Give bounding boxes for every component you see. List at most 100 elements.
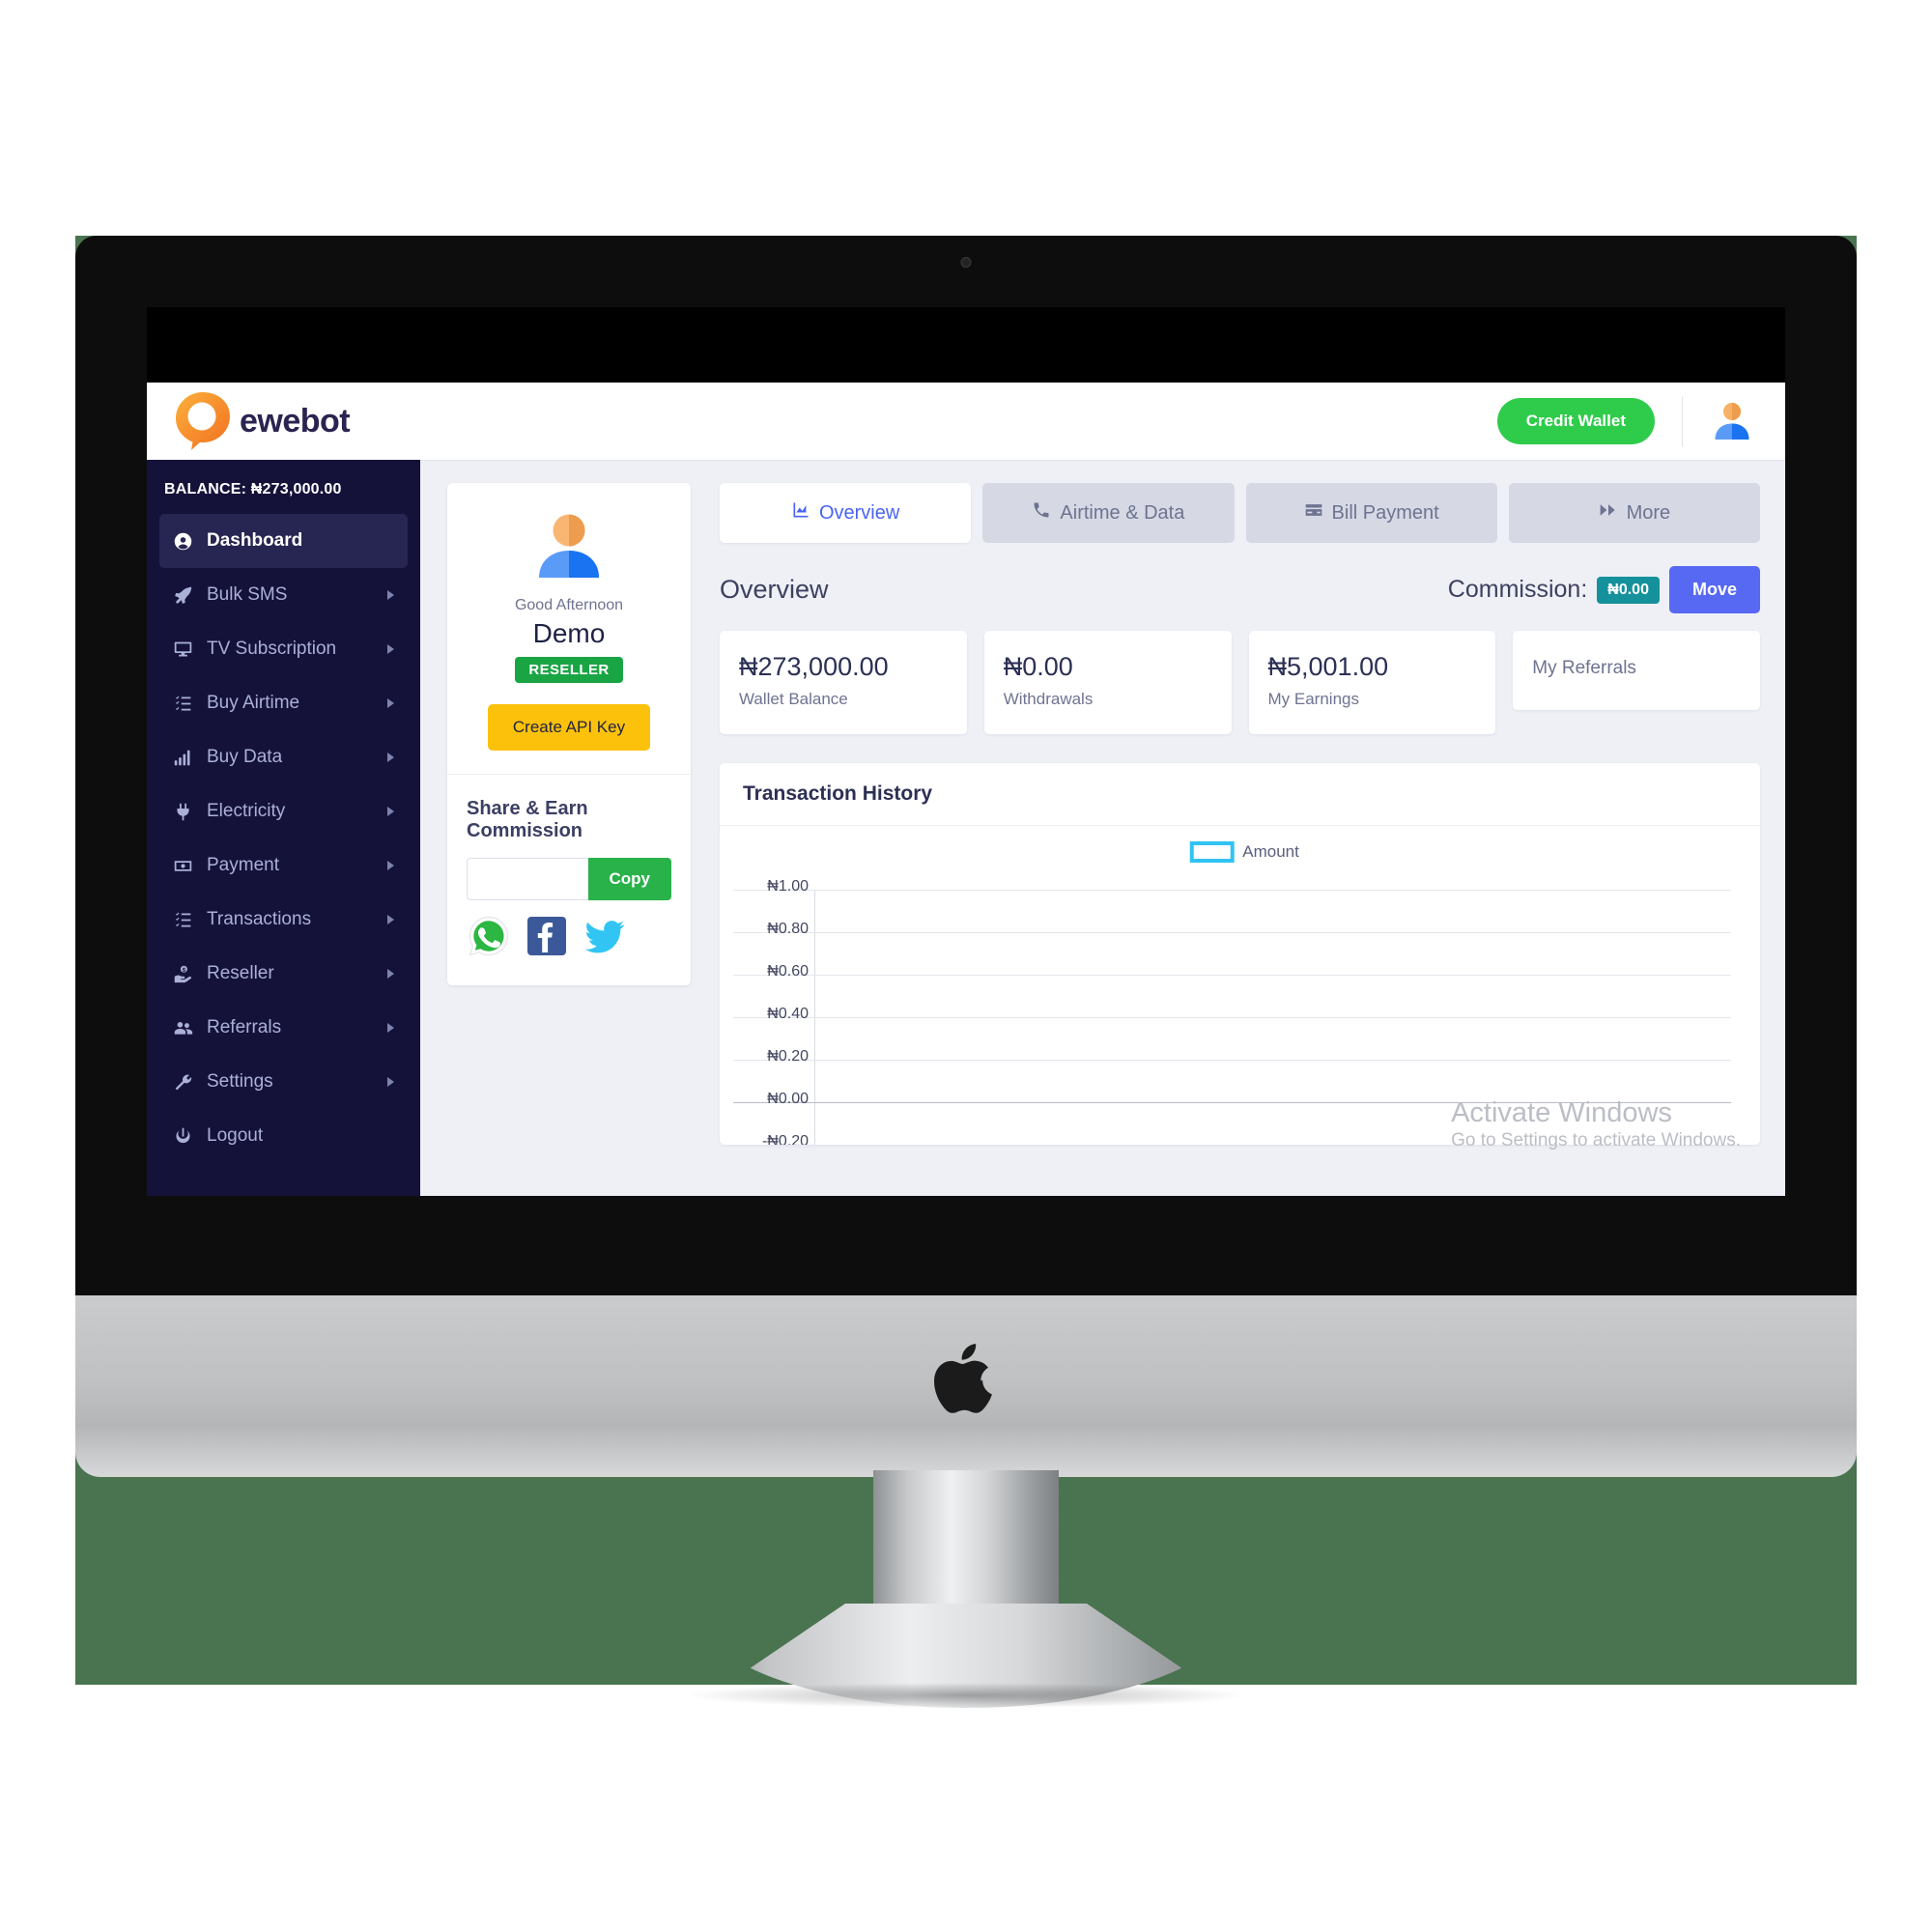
sidebar-balance: BALANCE: ₦273,000.00	[164, 481, 342, 497]
username-text: Demo	[532, 618, 606, 648]
legend-label: Amount	[1242, 842, 1299, 861]
role-badge: RESELLER	[515, 657, 623, 683]
sidebar-item-reseller[interactable]: Reseller	[159, 947, 408, 1001]
copy-button[interactable]: Copy	[587, 858, 671, 900]
chart-ytick: ₦0.40	[733, 1006, 1731, 1022]
chevron-right-icon	[387, 915, 394, 924]
sidebar-item-label: Bulk SMS	[207, 584, 288, 605]
tab-airtime-data[interactable]: Airtime & Data	[982, 483, 1235, 543]
stat-value: ₦5,001.00	[1267, 652, 1389, 681]
chart-plot-area: ₦1.00 ₦0.80 ₦0.60 ₦0.40 ₦0.20 ₦0.00 -₦0.…	[733, 878, 1731, 1145]
user-avatar-icon[interactable]	[1710, 399, 1754, 443]
stat-value: ₦273,000.00	[739, 652, 889, 681]
users-icon	[171, 1017, 194, 1038]
sidebar-item-label: Logout	[207, 1125, 264, 1146]
sidebar-item-logout[interactable]: Logout	[159, 1109, 408, 1163]
twitter-icon[interactable]	[582, 914, 627, 958]
sidebar-item-payment[interactable]: Payment	[159, 838, 408, 893]
sidebar-item-label: Dashboard	[207, 530, 303, 551]
sidebar-item-referrals[interactable]: Referrals	[159, 1001, 408, 1055]
list-check-icon	[171, 693, 194, 714]
chevron-right-icon	[387, 753, 394, 762]
web-app: ewebot Credit Wallet BALANCE: ₦273,000.0…	[147, 383, 1785, 1196]
app-body: BALANCE: ₦273,000.00 Dashboard Bulk SMS	[147, 460, 1785, 1196]
chart-header: Transaction History	[720, 763, 1760, 826]
stat-label: Withdrawals	[1003, 690, 1094, 708]
sidebar-item-tv-subscription[interactable]: TV Subscription	[159, 622, 408, 676]
referral-link-row: Copy	[467, 858, 671, 900]
sidebar-item-settings[interactable]: Settings	[159, 1055, 408, 1109]
share-earn-title: Share & Earn Commission	[467, 798, 588, 841]
chevron-right-icon	[387, 969, 394, 979]
chevron-right-icon	[387, 861, 394, 870]
forward-icon	[1599, 500, 1618, 526]
commission-label: Commission:	[1447, 576, 1588, 603]
tab-bill-payment[interactable]: Bill Payment	[1245, 483, 1497, 543]
sidebar-item-label: Buy Airtime	[207, 693, 300, 713]
chart-ytick: ₦0.80	[733, 921, 1731, 937]
sidebar-item-label: Buy Data	[207, 747, 283, 767]
main-content: Good Afternoon Demo RESELLER Create API …	[420, 460, 1785, 1196]
chevron-right-icon	[387, 644, 394, 654]
share-earn-section: Share & Earn Commission Copy	[447, 775, 691, 985]
list-check-icon	[171, 909, 194, 930]
move-button[interactable]: Move	[1668, 566, 1760, 613]
power-icon	[171, 1125, 194, 1147]
chevron-right-icon	[387, 590, 394, 600]
legend-swatch	[1189, 841, 1235, 863]
sidebar-item-label: Settings	[207, 1071, 273, 1092]
stat-label: My Earnings	[1267, 690, 1359, 708]
stat-label: Wallet Balance	[739, 690, 848, 708]
sidebar-item-buy-data[interactable]: Buy Data	[159, 730, 408, 784]
overview-header: Overview Commission: ₦0.00 Move	[720, 566, 1760, 613]
user-circle-icon	[171, 530, 194, 552]
chart-ytick-label: ₦0.60	[767, 963, 809, 980]
header-actions: Credit Wallet	[1496, 396, 1754, 446]
chart-legend[interactable]: Amount	[1189, 841, 1299, 863]
money-bill-icon	[171, 855, 194, 876]
chevron-right-icon	[387, 807, 394, 816]
chart-body: Amount ₦1.00 ₦0.80 ₦0.60 ₦0.40 ₦0.20 ₦0.…	[720, 826, 1760, 1145]
chart-ytick-label: ₦0.20	[767, 1048, 809, 1065]
phone-icon	[1032, 500, 1051, 526]
stat-card-my-earnings: ₦5,001.00 My Earnings	[1248, 631, 1496, 734]
profile-card: Good Afternoon Demo RESELLER Create API …	[447, 483, 691, 985]
sidebar-item-buy-airtime[interactable]: Buy Airtime	[159, 676, 408, 730]
tab-more[interactable]: More	[1508, 483, 1760, 543]
screenshot-stage: ewebot Credit Wallet BALANCE: ₦273,000.0…	[0, 0, 1932, 1932]
hand-holding-dollar-icon	[171, 963, 194, 984]
chart-ytick: ₦0.00	[733, 1091, 1731, 1107]
tab-overview[interactable]: Overview	[720, 483, 972, 543]
sidebar-item-electricity[interactable]: Electricity	[159, 784, 408, 838]
browser-chrome-bar	[147, 307, 1785, 383]
chart-ytick-label: -₦0.20	[761, 1133, 809, 1145]
create-api-key-button[interactable]: Create API Key	[487, 704, 651, 751]
wrench-icon	[171, 1071, 194, 1093]
tab-bar: Overview Airtime & Data Bill Payment Mor…	[720, 483, 1760, 543]
referral-link-input[interactable]	[467, 858, 588, 900]
facebook-icon[interactable]	[525, 914, 569, 958]
rocket-icon	[171, 584, 194, 606]
credit-wallet-button[interactable]: Credit Wallet	[1496, 398, 1655, 444]
chevron-right-icon	[387, 1023, 394, 1033]
chevron-right-icon	[387, 1077, 394, 1087]
brand-name: ewebot	[240, 402, 351, 440]
page-title: Overview	[720, 575, 829, 604]
signal-bars-icon	[171, 747, 194, 768]
brand[interactable]: ewebot	[170, 390, 351, 452]
monitor-screen: ewebot Credit Wallet BALANCE: ₦273,000.0…	[147, 307, 1785, 1196]
tab-label: Airtime & Data	[1060, 501, 1185, 524]
header-divider	[1682, 396, 1683, 446]
sidebar-item-bulk-sms[interactable]: Bulk SMS	[159, 568, 408, 622]
sidebar-item-label: Referrals	[207, 1017, 282, 1037]
tab-label: Bill Payment	[1331, 501, 1439, 524]
whatsapp-icon[interactable]	[467, 914, 511, 958]
sidebar-item-dashboard[interactable]: Dashboard	[159, 514, 408, 568]
stat-value: ₦0.00	[1003, 652, 1073, 681]
webcam-icon	[960, 257, 972, 268]
plug-icon	[171, 801, 194, 822]
greeting-text: Good Afternoon	[514, 597, 624, 613]
sidebar-item-transactions[interactable]: Transactions	[159, 893, 408, 947]
stat-card-my-referrals[interactable]: My Referrals	[1513, 631, 1760, 710]
chart-ytick-label: ₦0.00	[767, 1091, 809, 1107]
